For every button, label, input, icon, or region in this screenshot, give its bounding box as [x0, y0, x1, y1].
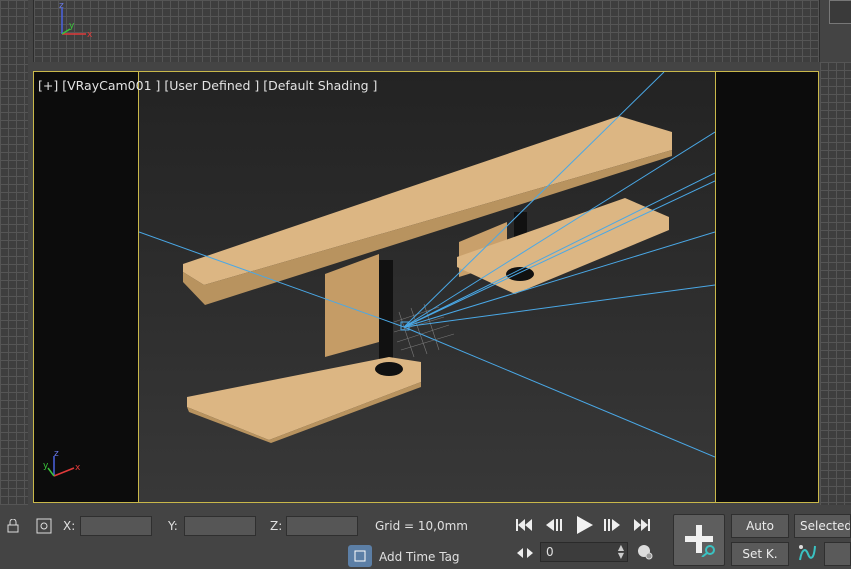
- set-key-mode-button[interactable]: Set K.: [731, 542, 789, 566]
- cam-axis-y-label: y: [43, 461, 49, 471]
- go-to-start-icon[interactable]: [512, 515, 536, 535]
- safe-frame: [138, 72, 716, 502]
- front-pole: [379, 260, 393, 366]
- right-viewport-strip[interactable]: [820, 62, 851, 505]
- top-axis-y-label: y: [69, 21, 75, 31]
- time-tag-icon[interactable]: [348, 545, 372, 567]
- camera-axis-gizmo: z x y: [43, 449, 81, 477]
- key-filters-icon[interactable]: [796, 542, 818, 564]
- front-pole-base: [375, 362, 403, 376]
- top-axis-x-label: x: [87, 30, 93, 40]
- set-key-icon[interactable]: [673, 514, 725, 566]
- auto-key-button[interactable]: Auto: [731, 514, 789, 538]
- front-support: [325, 254, 379, 357]
- play-icon[interactable]: [571, 513, 597, 537]
- next-frame-icon[interactable]: [600, 515, 624, 535]
- selection-set-dropdown[interactable]: Selected: [794, 514, 851, 538]
- current-frame-value: 0: [546, 545, 554, 559]
- camera-viewport[interactable]: [+] [VRayCam001 ] [User Defined ] [Defau…: [33, 71, 819, 503]
- time-configuration-icon[interactable]: [634, 542, 656, 562]
- add-time-tag-label[interactable]: Add Time Tag: [379, 550, 460, 564]
- x-coordinate-field[interactable]: [80, 516, 152, 536]
- key-mode-icon[interactable]: [514, 544, 536, 562]
- scene-render: [139, 72, 715, 458]
- y-coordinate-field[interactable]: [184, 516, 256, 536]
- absolute-mode-icon[interactable]: [35, 516, 53, 536]
- top-viewport[interactable]: z x y: [33, 0, 820, 62]
- go-to-end-icon[interactable]: [630, 515, 654, 535]
- left-viewport[interactable]: [0, 0, 28, 505]
- top-axis-z-label: z: [59, 2, 64, 11]
- x-label: X:: [63, 519, 76, 533]
- top-viewport-axis-gizmo: z x y: [59, 2, 93, 40]
- viewport-corner-button[interactable]: [829, 0, 851, 24]
- z-label: Z:: [270, 519, 283, 533]
- top-shelf: [183, 116, 672, 285]
- current-frame-spinner[interactable]: 0 ▲ ▼: [540, 542, 628, 562]
- previous-frame-icon[interactable]: [542, 515, 566, 535]
- key-filters-button[interactable]: [824, 542, 851, 566]
- grid-size-label: Grid = 10,0mm: [375, 519, 468, 533]
- z-coordinate-field[interactable]: [286, 516, 358, 536]
- cam-axis-z-label: z: [54, 449, 59, 459]
- cam-axis-x-label: x: [75, 463, 81, 473]
- viewport-label[interactable]: [+] [VRayCam001 ] [User Defined ] [Defau…: [38, 78, 377, 93]
- spinner-arrows-icon[interactable]: ▲ ▼: [618, 544, 624, 560]
- lock-icon[interactable]: [4, 516, 22, 536]
- y-label: Y:: [168, 519, 178, 533]
